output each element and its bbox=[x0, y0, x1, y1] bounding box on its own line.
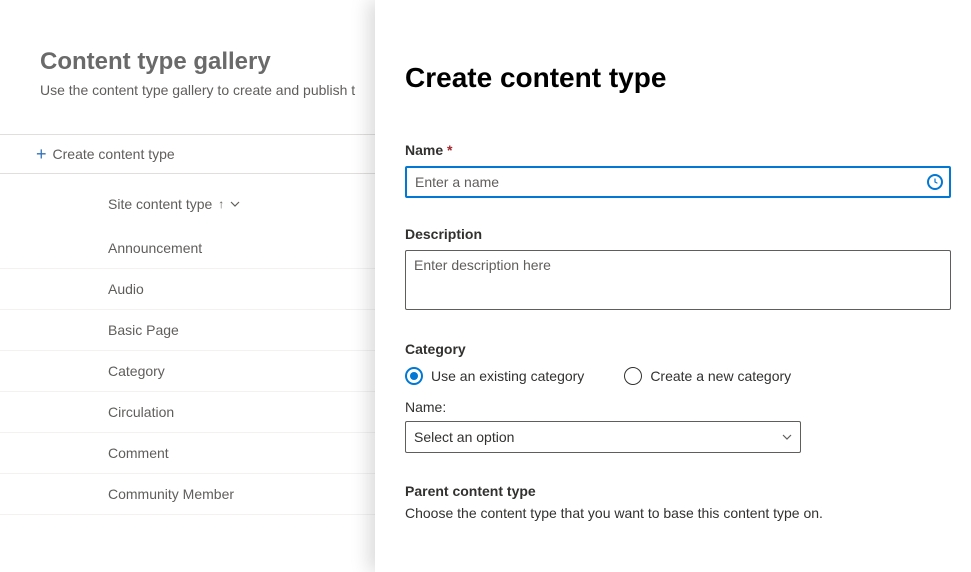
category-field-group: Category Use an existing category Create… bbox=[405, 341, 951, 453]
radio-unselected-icon bbox=[624, 367, 642, 385]
category-select[interactable]: Select an option bbox=[405, 421, 801, 453]
radio-existing-label: Use an existing category bbox=[431, 368, 584, 384]
parent-heading: Parent content type bbox=[405, 483, 951, 499]
name-input-wrap bbox=[405, 166, 951, 198]
clock-icon bbox=[927, 174, 943, 190]
select-placeholder: Select an option bbox=[414, 429, 514, 445]
category-label: Category bbox=[405, 341, 951, 357]
plus-icon: + bbox=[36, 145, 47, 163]
create-button-label: Create content type bbox=[53, 146, 175, 162]
create-content-type-button[interactable]: + Create content type bbox=[36, 145, 175, 163]
name-input[interactable] bbox=[405, 166, 951, 198]
description-label: Description bbox=[405, 226, 951, 242]
radio-use-existing-category[interactable]: Use an existing category bbox=[405, 367, 584, 385]
radio-selected-icon bbox=[405, 367, 423, 385]
radio-dot bbox=[410, 372, 418, 380]
category-radio-group: Use an existing category Create a new ca… bbox=[405, 367, 951, 385]
column-header-label: Site content type bbox=[108, 196, 212, 212]
name-field-group: Name * bbox=[405, 142, 951, 198]
description-input[interactable] bbox=[405, 250, 951, 310]
required-asterisk: * bbox=[447, 142, 452, 158]
panel-title: Create content type bbox=[405, 62, 951, 94]
radio-create-new-category[interactable]: Create a new category bbox=[624, 367, 791, 385]
category-name-label: Name: bbox=[405, 399, 951, 415]
radio-new-label: Create a new category bbox=[650, 368, 791, 384]
parent-content-type-section: Parent content type Choose the content t… bbox=[405, 483, 951, 521]
name-label-text: Name bbox=[405, 142, 443, 158]
chevron-down-icon bbox=[782, 432, 792, 443]
chevron-down-icon bbox=[230, 199, 240, 210]
create-content-type-panel: Create content type Name * Description C… bbox=[375, 0, 971, 572]
sort-ascending-icon: ↑ bbox=[218, 197, 224, 211]
description-field-group: Description bbox=[405, 226, 951, 313]
name-label: Name * bbox=[405, 142, 951, 158]
parent-description: Choose the content type that you want to… bbox=[405, 505, 951, 521]
